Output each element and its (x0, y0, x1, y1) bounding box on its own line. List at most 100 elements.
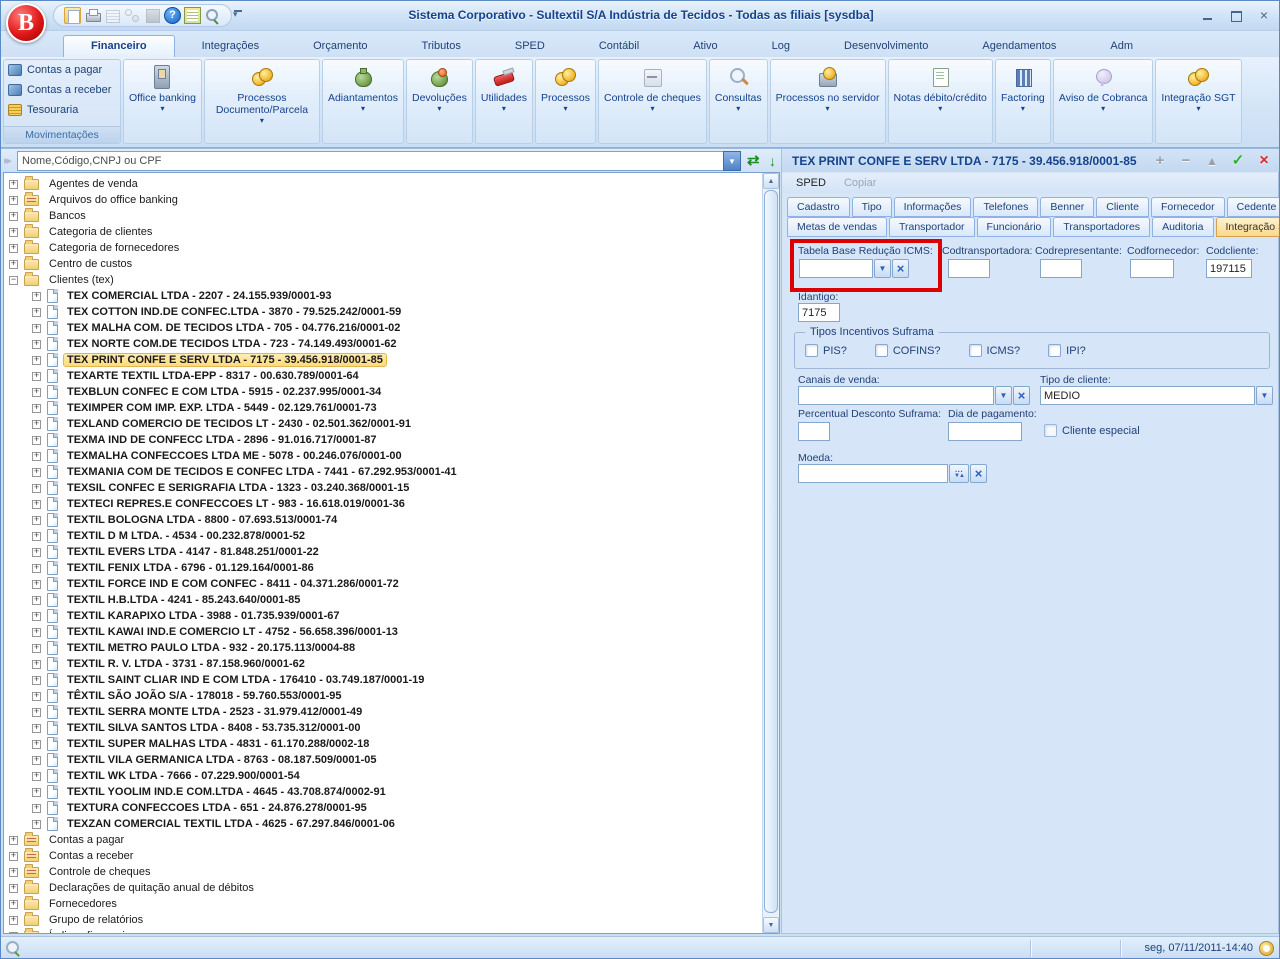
detail-tab[interactable]: Auditoria (1152, 217, 1213, 237)
ribbon-tab[interactable]: Integrações (175, 36, 286, 57)
expand-plus-icon[interactable] (9, 932, 18, 934)
tree-folder-row[interactable]: Arquivos do office banking (4, 192, 762, 208)
expand-plus-icon[interactable] (9, 900, 18, 909)
expand-plus-icon[interactable] (9, 868, 18, 877)
minimize-button[interactable] (1199, 8, 1217, 23)
codcliente-input[interactable] (1206, 259, 1252, 278)
expand-plus-icon[interactable] (32, 356, 41, 365)
qat-more-icon[interactable] (233, 9, 245, 21)
ribbon-tab[interactable]: Ativo (666, 36, 744, 57)
detail-tab[interactable]: Cliente (1096, 197, 1149, 217)
canais-clear-icon[interactable] (1013, 386, 1030, 405)
search-input[interactable] (17, 151, 723, 171)
delete-icon[interactable]: − (1177, 151, 1195, 171)
expand-plus-icon[interactable] (9, 260, 18, 269)
tree-folder-row[interactable]: Agentes de venda (4, 176, 762, 192)
search-dropdown-icon[interactable] (723, 151, 741, 171)
codrepresentante-input[interactable] (1040, 259, 1082, 278)
ribbon-button[interactable]: Controle de cheques (598, 59, 707, 144)
expand-plus-icon[interactable] (32, 596, 41, 605)
tree-client-row[interactable]: TEXTIL H.B.LTDA - 4241 - 85.243.640/0001… (4, 592, 762, 608)
expand-plus-icon[interactable] (32, 436, 41, 445)
detail-tab[interactable]: Benner (1040, 197, 1094, 217)
tree-folder-row[interactable]: Grupo de relatórios (4, 912, 762, 928)
expand-plus-icon[interactable] (32, 676, 41, 685)
moeda-clear-icon[interactable] (970, 464, 987, 483)
detail-tab[interactable]: Tipo (852, 197, 892, 217)
ribbon-tab[interactable]: Contábil (572, 36, 666, 57)
tree-folder-row-clients[interactable]: Clientes (tex) (4, 272, 762, 288)
expand-plus-icon[interactable] (32, 692, 41, 701)
tree-client-row[interactable]: TEXLAND COMERCIO DE TECIDOS LT - 2430 - … (4, 416, 762, 432)
expand-plus-icon[interactable] (9, 196, 18, 205)
detail-tab[interactable]: Transportadores (1053, 217, 1150, 237)
ribbon-button[interactable]: Utilidades (475, 59, 533, 144)
checkbox-icon[interactable] (1044, 424, 1057, 437)
tree-client-row[interactable]: TEXTECI REPRES.E CONFECCOES LT - 983 - 1… (4, 496, 762, 512)
menu-item[interactable]: Copiar (844, 177, 876, 189)
ribbon-tab[interactable]: Agendamentos (955, 36, 1083, 57)
status-search-icon[interactable] (6, 941, 21, 956)
expand-plus-icon[interactable] (32, 740, 41, 749)
tree-folder-row[interactable]: Índices financeiros (4, 928, 762, 933)
percentual-input[interactable] (798, 422, 830, 441)
ribbon-tab[interactable]: SPED (488, 36, 572, 57)
tipo-cliente-dropdown-icon[interactable] (1256, 386, 1273, 405)
expand-plus-icon[interactable] (32, 548, 41, 557)
idantigo-input[interactable] (798, 303, 840, 322)
tree-client-row[interactable]: TEX COTTON IND.DE CONFEC.LTDA - 3870 - 7… (4, 304, 762, 320)
tree-client-row[interactable]: TEXTIL VILA GERMANICA LTDA - 8763 - 08.1… (4, 752, 762, 768)
menu-item[interactable]: SPED (796, 177, 826, 189)
tree-folder-row[interactable]: Declarações de quitação anual de débitos (4, 880, 762, 896)
expand-plus-icon[interactable] (9, 852, 18, 861)
tree-client-row[interactable]: TEXTIL KAWAI IND.E COMERCIO LT - 4752 - … (4, 624, 762, 640)
expand-plus-icon[interactable] (32, 804, 41, 813)
expand-plus-icon[interactable] (32, 788, 41, 797)
tipo-cliente-input[interactable] (1040, 386, 1255, 405)
detail-tab[interactable]: Metas de vendas (787, 217, 887, 237)
ribbon-button[interactable]: Devoluções (406, 59, 473, 144)
ribbon-button[interactable]: Integração SGT (1155, 59, 1241, 144)
expand-plus-icon[interactable] (32, 772, 41, 781)
help-icon[interactable]: ? (164, 7, 181, 24)
scroll-up-icon[interactable] (763, 173, 779, 189)
tree-client-row[interactable]: TEX COMERCIAL LTDA - 2207 - 24.155.939/0… (4, 288, 762, 304)
expand-plus-icon[interactable] (32, 404, 41, 413)
expand-plus-icon[interactable] (32, 452, 41, 461)
ribbon-tab[interactable]: Financeiro (63, 35, 175, 57)
ribbon-button[interactable]: Consultas (709, 59, 768, 144)
table-icon[interactable] (104, 7, 121, 24)
checkbox-icon[interactable] (805, 344, 818, 357)
tree-client-row[interactable]: TEXARTE TEXTIL LTDA-EPP - 8317 - 00.630.… (4, 368, 762, 384)
expand-plus-icon[interactable] (32, 660, 41, 669)
expand-plus-icon[interactable] (32, 500, 41, 509)
vertical-scrollbar[interactable] (762, 173, 779, 933)
expand-plus-icon[interactable] (32, 468, 41, 477)
spreadsheet-icon[interactable] (184, 7, 201, 24)
expand-plus-icon[interactable] (32, 292, 41, 301)
sidebar-shortcut[interactable]: Tesouraria (4, 100, 120, 120)
expand-plus-icon[interactable] (9, 836, 18, 845)
moeda-picker-icon[interactable] (949, 464, 969, 483)
checkbox-icon[interactable] (969, 344, 982, 357)
tree-folder-row[interactable]: Contas a receber (4, 848, 762, 864)
tree-client-row[interactable]: TEXTIL YOOLIM IND.E COM.LTDA - 4645 - 43… (4, 784, 762, 800)
ribbon-button[interactable]: Aviso de Cobranca (1053, 59, 1154, 144)
new-document-icon[interactable] (64, 7, 81, 24)
tree-client-row[interactable]: TEXTIL KARAPIXO LTDA - 3988 - 01.735.939… (4, 608, 762, 624)
codfornecedor-input[interactable] (1130, 259, 1174, 278)
expand-plus-icon[interactable] (32, 580, 41, 589)
detail-tab[interactable]: Transportador (889, 217, 975, 237)
expand-plus-icon[interactable] (32, 420, 41, 429)
tree-client-row[interactable]: TEXTIL METRO PAULO LTDA - 932 - 20.175.1… (4, 640, 762, 656)
ribbon-button[interactable]: Office banking (123, 59, 202, 144)
ribbon-tab[interactable]: Desenvolvimento (817, 36, 955, 57)
moeda-input[interactable] (798, 464, 948, 483)
detail-tab[interactable]: Cadastro (787, 197, 850, 217)
tree-client-row[interactable]: TEXTIL EVERS LTDA - 4147 - 81.848.251/00… (4, 544, 762, 560)
tree-client-row[interactable]: TEXTIL SAINT CLIAR IND E COM LTDA - 1764… (4, 672, 762, 688)
expand-plus-icon[interactable] (32, 388, 41, 397)
tree-client-row[interactable]: TEXTIL BOLOGNA LTDA - 8800 - 07.693.513/… (4, 512, 762, 528)
sidebar-shortcut[interactable]: Contas a pagar (4, 60, 120, 80)
expand-plus-icon[interactable] (9, 228, 18, 237)
